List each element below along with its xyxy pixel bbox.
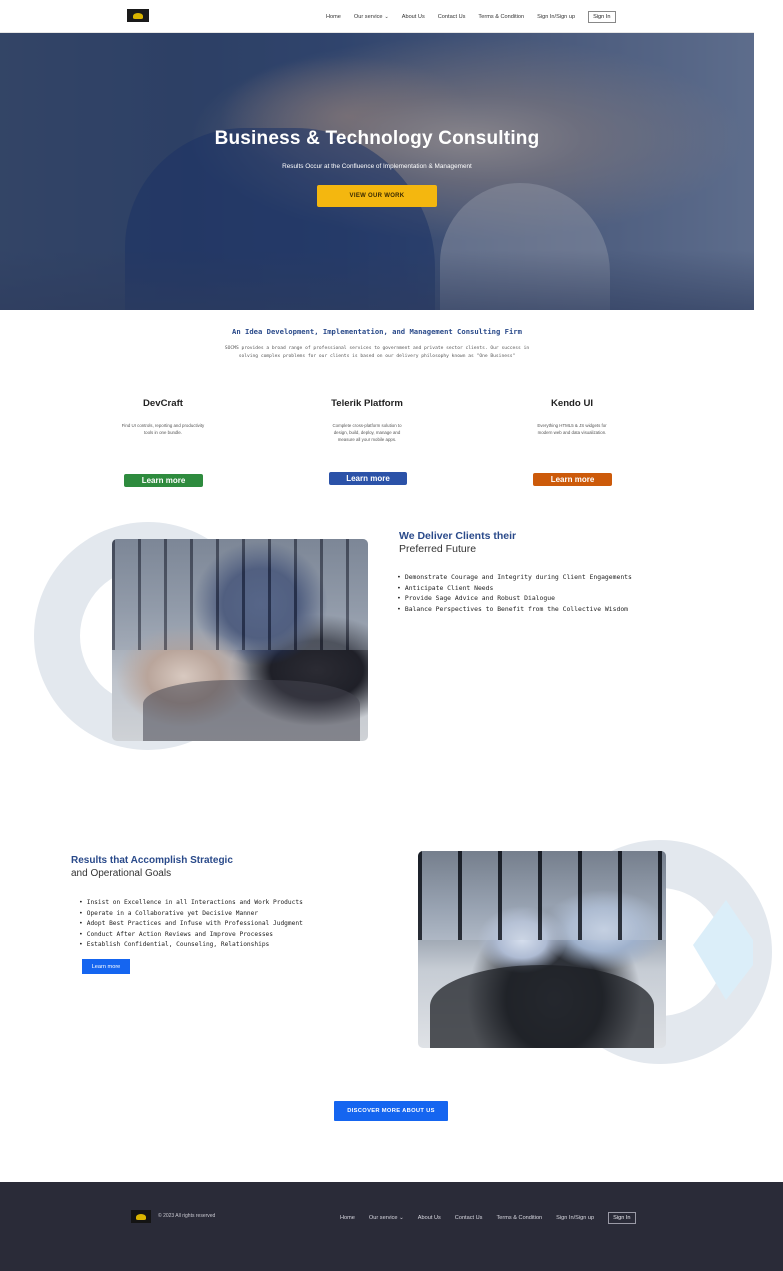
footer-signin-button[interactable]: Sign In	[608, 1212, 636, 1224]
main-nav: Home Our service ⌄ About Us Contact Us Te…	[326, 10, 616, 24]
kendo-learn-more-button[interactable]: Learn more	[533, 473, 612, 486]
list-item: Provide Sage Advice and Robust Dialogue	[397, 593, 632, 604]
page: Home Our service ⌄ About Us Contact Us Te…	[0, 0, 783, 1271]
product-title: Kendo UI	[550, 398, 594, 409]
hero-subtitle: Results Occur at the Confluence of Imple…	[282, 163, 472, 170]
list-item: Insist on Excellence in all Interactions…	[79, 898, 303, 909]
results-subtitle: and Operational Goals	[71, 868, 172, 879]
deliver-title: We Deliver Clients their	[399, 530, 517, 542]
logo-mark	[133, 12, 143, 19]
footer-copyright: © 2023 All rights reserved	[158, 1213, 216, 1219]
nav-terms[interactable]: Terms & Condition	[478, 14, 524, 20]
footer-nav-terms[interactable]: Terms & Condition	[496, 1215, 542, 1221]
results-bullet-list: Insist on Excellence in all Interactions…	[79, 898, 303, 951]
photo-window	[112, 539, 368, 651]
footer-nav-about-us[interactable]: About Us	[418, 1215, 441, 1221]
chevron-down-icon: ⌄	[384, 14, 389, 20]
discover-more-button[interactable]: DISCOVER MORE ABOUT US	[334, 1101, 448, 1121]
product-kendo-ui: Kendo UI Everything HTML5 & JS widgets f…	[502, 398, 642, 437]
nav-our-service-label: Our service	[353, 14, 383, 20]
product-title: Telerik Platform	[331, 398, 403, 409]
results-learn-more-button[interactable]: Learn more	[82, 959, 130, 974]
nav-home[interactable]: Home	[326, 14, 341, 20]
list-item: Balance Perspectives to Benefit from the…	[397, 604, 632, 615]
hero-title: Business & Technology Consulting	[214, 128, 540, 149]
list-item: Operate in a Collaborative yet Decisive …	[79, 909, 303, 920]
product-telerik-platform: Telerik Platform Complete cross-platform…	[297, 398, 437, 443]
hero-banner: Business & Technology Consulting Results…	[0, 33, 754, 310]
footer-nav-our-service-label: Our service	[368, 1215, 398, 1221]
view-our-work-button[interactable]: VIEW OUR WORK	[317, 185, 437, 207]
footer-nav-our-service[interactable]: Our service ⌄	[369, 1215, 404, 1221]
site-header: Home Our service ⌄ About Us Contact Us Te…	[0, 0, 754, 33]
team-meeting-photo	[112, 539, 368, 741]
list-item: Adopt Best Practices and Infuse with Pro…	[79, 919, 303, 930]
photo-table	[142, 680, 361, 741]
logo[interactable]	[127, 9, 149, 22]
nav-signin-signup[interactable]: Sign In/Sign up	[537, 14, 575, 20]
results-title: Results that Accomplish Strategic	[71, 855, 233, 866]
chevron-down-icon: ⌄	[397, 1215, 404, 1221]
footer-nav: Home Our service ⌄ About Us Contact Us T…	[340, 1212, 636, 1224]
footer-nav-home[interactable]: Home	[340, 1215, 355, 1221]
nav-our-service[interactable]: Our service ⌄	[354, 14, 389, 20]
intro-heading: An Idea Development, Implementation, and…	[232, 327, 522, 336]
telerik-learn-more-button[interactable]: Learn more	[329, 472, 407, 485]
intro-text: SOCMS provides a broad range of professi…	[224, 346, 530, 359]
list-item: Establish Confidential, Counseling, Rela…	[79, 940, 303, 951]
deliver-bullet-list: Demonstrate Courage and Integrity during…	[397, 572, 632, 614]
devcraft-learn-more-button[interactable]: Learn more	[124, 474, 203, 487]
nav-contact-us[interactable]: Contact Us	[438, 14, 466, 20]
product-devcraft: DevCraft Find UI controls, reporting and…	[93, 398, 233, 437]
photo-table	[430, 965, 654, 1048]
product-description: Everything HTML5 & JS widgets for modern…	[537, 423, 607, 435]
conference-photo	[418, 851, 666, 1048]
product-description: Complete cross-platform solution to desi…	[332, 423, 402, 442]
list-item: Demonstrate Courage and Integrity during…	[397, 572, 632, 583]
product-description: Find UI controls, reporting and producti…	[121, 423, 205, 435]
site-footer: © 2023 All rights reserved Home Our serv…	[0, 1182, 783, 1271]
hero-overlay	[0, 33, 754, 310]
list-item: Anticipate Client Needs	[397, 583, 632, 594]
signin-button[interactable]: Sign In	[588, 11, 616, 23]
list-item: Conduct After Action Reviews and Improve…	[79, 930, 303, 941]
logo-mark	[136, 1213, 146, 1220]
nav-about-us[interactable]: About Us	[402, 14, 425, 20]
product-title: DevCraft	[143, 398, 183, 409]
footer-logo[interactable]	[131, 1210, 151, 1223]
deliver-subtitle: Preferred Future	[399, 543, 477, 555]
footer-nav-contact-us[interactable]: Contact Us	[455, 1215, 483, 1221]
photo-window	[418, 851, 666, 940]
footer-nav-signin-signup[interactable]: Sign In/Sign up	[556, 1215, 594, 1221]
